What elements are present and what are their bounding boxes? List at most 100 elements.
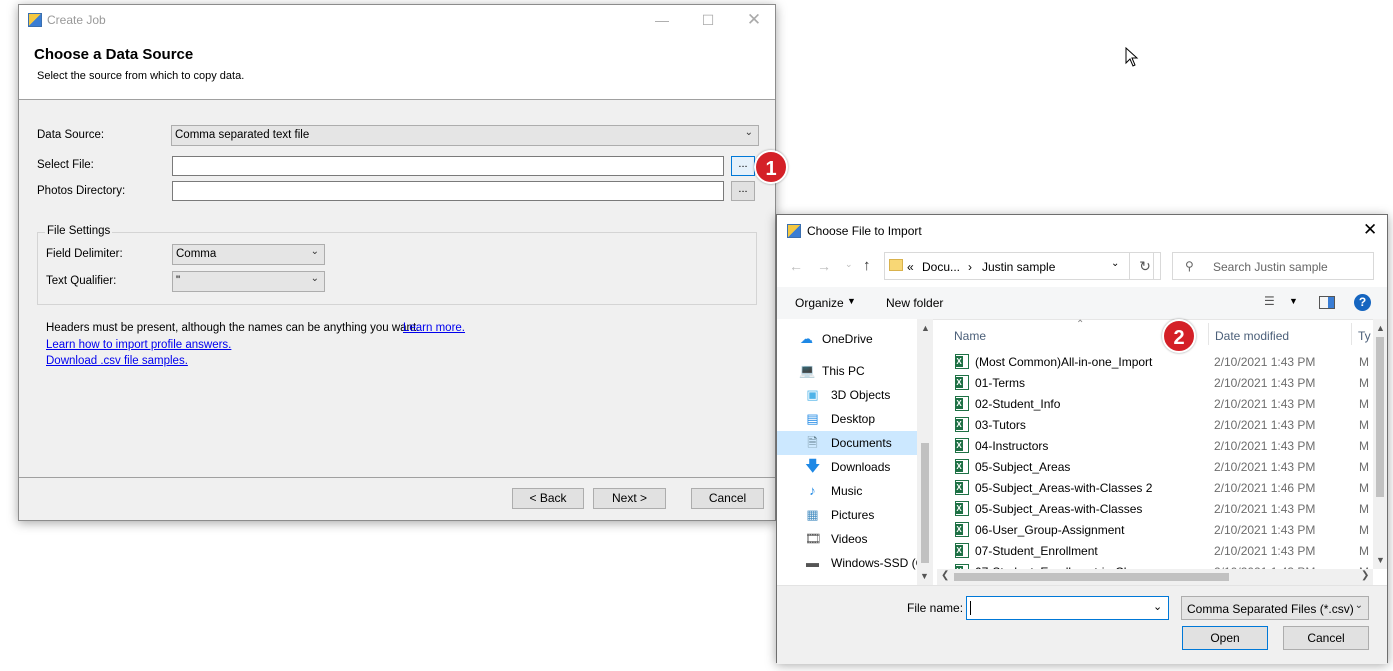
film-icon: 🎞: [805, 531, 822, 546]
file-name: 04-Instructors: [975, 439, 1049, 453]
nav-item-documents[interactable]: 🗎 Documents: [777, 431, 917, 455]
file-date: 2/10/2021 1:43 PM: [1214, 418, 1316, 432]
data-source-select[interactable]: Comma separated text file ⌄: [171, 125, 759, 146]
nav-scrollbar[interactable]: ▲ ▼: [917, 319, 933, 585]
file-type: M: [1359, 355, 1369, 369]
address-segment-documents[interactable]: Docu...: [922, 260, 960, 274]
file-settings-legend: File Settings: [45, 225, 113, 237]
select-file-input[interactable]: [172, 156, 724, 176]
select-file-label: Select File:: [37, 159, 94, 171]
up-arrow-icon[interactable]: ↑: [863, 257, 871, 274]
download-arrow-icon: 🡇: [805, 458, 821, 475]
help-icon[interactable]: ?: [1354, 294, 1371, 311]
nav-item-videos[interactable]: 🎞 Videos: [777, 527, 917, 551]
file-list-scrollbar[interactable]: ▲ ▼: [1373, 319, 1387, 569]
file-name-input[interactable]: ⌄: [966, 596, 1169, 620]
file-row[interactable]: 03-Tutors 2/10/2021 1:43 PM M: [937, 414, 1373, 435]
file-row[interactable]: 05-Subject_Areas-with-Classes 2 2/10/2021…: [937, 477, 1373, 498]
back-button[interactable]: < Back: [512, 488, 584, 509]
next-button[interactable]: Next >: [593, 488, 666, 509]
import-profile-answers-link[interactable]: Learn how to import profile answers.: [46, 339, 231, 351]
chevron-down-icon[interactable]: ⌄: [1153, 600, 1162, 613]
refresh-button[interactable]: ↻: [1129, 252, 1161, 280]
text-qualifier-select[interactable]: " ⌄: [172, 271, 325, 292]
horizontal-scrollbar[interactable]: ❮ ❯: [937, 569, 1373, 585]
file-row[interactable]: 07-Student_Enrollment-in-Cl...2/10/2021 …: [937, 561, 1373, 569]
file-row[interactable]: 05-Subject_Areas 2/10/2021 1:43 PM M: [937, 456, 1373, 477]
organize-dropdown-icon[interactable]: ▼: [847, 296, 856, 306]
nav-item-desktop[interactable]: ▤ Desktop: [777, 407, 917, 431]
photos-directory-browse-button[interactable]: ...: [731, 181, 755, 201]
open-button[interactable]: Open: [1182, 626, 1268, 650]
forward-arrow-icon[interactable]: →: [817, 258, 831, 274]
organize-button[interactable]: Organize: [795, 296, 844, 310]
file-row[interactable]: 04-Instructors 2/10/2021 1:43 PM M: [937, 435, 1373, 456]
column-header-date[interactable]: Date modified: [1215, 329, 1289, 343]
file-name: 05-Subject_Areas-with-Classes: [975, 502, 1143, 516]
download-samples-link[interactable]: Download .csv file samples.: [46, 355, 188, 367]
close-button[interactable]: ✕: [744, 11, 764, 29]
address-overflow[interactable]: «: [907, 260, 914, 274]
file-row[interactable]: 05-Subject_Areas-with-Classes 2/10/2021 1…: [937, 498, 1373, 519]
file-date: 2/10/2021 1:43 PM: [1214, 460, 1316, 474]
nav-item-music[interactable]: ♪ Music: [777, 479, 917, 503]
cancel-button[interactable]: Cancel: [691, 488, 764, 509]
cloud-icon: ☁: [800, 331, 813, 346]
maximize-button[interactable]: ☐: [698, 11, 718, 29]
preview-pane-icon[interactable]: [1319, 296, 1335, 309]
address-segment-current[interactable]: Justin sample: [982, 260, 1055, 274]
excel-file-icon: [955, 522, 969, 537]
new-folder-button[interactable]: New folder: [886, 296, 943, 310]
folder-icon: [889, 259, 903, 271]
minimize-button[interactable]: —: [652, 11, 672, 29]
scroll-up-icon[interactable]: ▲: [921, 323, 930, 333]
nav-scroll-thumb[interactable]: [921, 443, 929, 563]
column-header-type[interactable]: Ty: [1358, 329, 1371, 343]
scroll-down-icon[interactable]: ▼: [1376, 555, 1385, 565]
dialog-cancel-button[interactable]: Cancel: [1283, 626, 1369, 650]
address-bar[interactable]: « Docu... › Justin sample ⌄: [884, 252, 1154, 280]
file-type-select[interactable]: Comma Separated Files (*.csv) ⌄: [1181, 596, 1369, 620]
scroll-left-icon[interactable]: ❮: [941, 570, 949, 581]
file-row[interactable]: 07-Student_Enrollment 2/10/2021 1:43 PM M: [937, 540, 1373, 561]
scroll-down-icon[interactable]: ▼: [920, 571, 929, 581]
scroll-up-icon[interactable]: ▲: [1376, 323, 1385, 333]
file-name: 07-Student_Enrollment: [975, 544, 1098, 558]
view-dropdown-icon[interactable]: ▼: [1289, 296, 1298, 306]
photos-directory-input[interactable]: [172, 181, 724, 201]
column-header-name[interactable]: Name: [954, 329, 986, 343]
choose-file-dialog: Choose File to Import ✕ ← → ⌄ ↑ « Docu..…: [776, 214, 1388, 664]
search-box[interactable]: ⚲ Search Justin sample: [1172, 252, 1374, 280]
view-options-icon[interactable]: ☰: [1264, 294, 1275, 308]
learn-more-link[interactable]: Learn more.: [403, 322, 465, 334]
file-row[interactable]: (Most Common)All-in-one_Import 2/10/2021 …: [937, 351, 1373, 372]
scroll-right-icon[interactable]: ❯: [1361, 570, 1369, 581]
file-settings-group: [37, 232, 757, 305]
mouse-cursor-icon: [1125, 47, 1139, 67]
h-scroll-thumb[interactable]: [954, 573, 1229, 581]
back-arrow-icon[interactable]: ←: [789, 258, 803, 274]
nav-item-3d-objects[interactable]: ▣ 3D Objects: [777, 383, 917, 407]
file-name: 05-Subject_Areas-with-Classes 2: [975, 481, 1153, 495]
nav-item-pictures[interactable]: ▦ Pictures: [777, 503, 917, 527]
chevron-down-icon[interactable]: ⌄: [1111, 258, 1119, 269]
field-delimiter-select[interactable]: Comma ⌄: [172, 244, 325, 265]
file-row[interactable]: 06-User_Group-Assignment 2/10/2021 1:43 P…: [937, 519, 1373, 540]
navigation-pane: ☁ OneDrive 💻 This PC ▣ 3D Objects ▤ Desk…: [777, 319, 933, 585]
nav-item-onedrive[interactable]: ☁ OneDrive: [777, 327, 917, 351]
nav-item-downloads[interactable]: 🡇 Downloads: [777, 455, 917, 479]
file-list: ⌃ Name Date modified Ty (Most Common)All…: [937, 319, 1373, 585]
excel-file-icon: [955, 459, 969, 474]
nav-item-this-pc[interactable]: 💻 This PC: [777, 359, 917, 383]
file-date: 2/10/2021 1:43 PM: [1214, 544, 1316, 558]
file-row[interactable]: 01-Terms 2/10/2021 1:43 PM M: [937, 372, 1373, 393]
file-date: 2/10/2021 1:43 PM: [1214, 439, 1316, 453]
close-icon[interactable]: ✕: [1363, 220, 1377, 240]
select-file-browse-button[interactable]: ...: [731, 156, 755, 176]
file-row[interactable]: 02-Student_Info 2/10/2021 1:43 PM M: [937, 393, 1373, 414]
nav-item-windows-ssd[interactable]: ▬ Windows-SSD (C: [777, 551, 933, 575]
file-scroll-thumb[interactable]: [1376, 337, 1384, 497]
file-type: M: [1359, 481, 1369, 495]
recent-locations-chevron-icon[interactable]: ⌄: [845, 259, 853, 270]
file-date: 2/10/2021 1:43 PM: [1214, 355, 1316, 369]
